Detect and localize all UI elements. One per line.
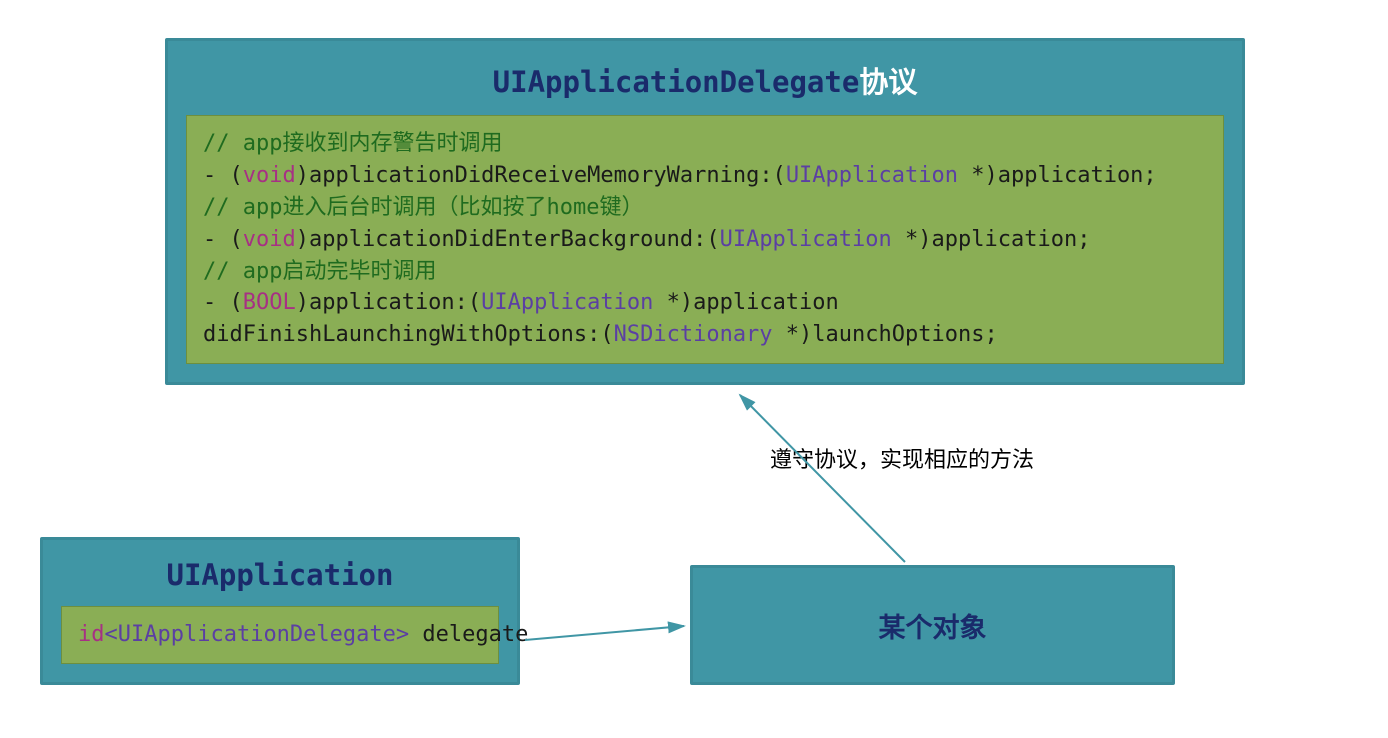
code-line-1-suffix: *)application; — [958, 163, 1157, 188]
code-line-1-prefix: - ( — [203, 163, 243, 188]
code-line-3-kw: BOOL — [243, 290, 296, 315]
code-line-2-prefix: - ( — [203, 227, 243, 252]
object-label: 某个对象 — [879, 606, 987, 645]
code-line-4-type: NSDictionary — [614, 322, 773, 347]
arrow-object-to-protocol — [740, 395, 905, 562]
code-line-2-mid: )applicationDidEnterBackground:( — [296, 227, 720, 252]
protocol-title-name: UIApplicationDelegate — [493, 65, 860, 99]
code-comment-2: // app进入后台时调用（比如按了home键） — [203, 195, 643, 220]
object-box: 某个对象 — [690, 565, 1175, 685]
protocol-title: UIApplicationDelegate协议 — [168, 41, 1242, 115]
code-line-3-type: UIApplication — [481, 290, 653, 315]
code-line-2-suffix: *)application; — [892, 227, 1091, 252]
code-line-3-mid: )application:( — [296, 290, 481, 315]
uiapplication-field: id<UIApplicationDelegate> delegate — [61, 606, 499, 664]
protocol-box: UIApplicationDelegate协议 // app接收到内存警告时调用… — [165, 38, 1245, 385]
code-line-2-type: UIApplication — [720, 227, 892, 252]
code-line-1-kw: void — [243, 163, 296, 188]
arrow-app-to-object — [525, 626, 684, 640]
code-line-3-prefix: - ( — [203, 290, 243, 315]
code-line-4-prefix: didFinishLaunchingWithOptions:( — [203, 322, 614, 347]
code-line-1-mid: )applicationDidReceiveMemoryWarning:( — [296, 163, 786, 188]
field-rest: delegate — [409, 622, 528, 647]
code-comment-1: // app接收到内存警告时调用 — [203, 131, 502, 156]
code-line-2-kw: void — [243, 227, 296, 252]
uiapplication-box: UIApplication id<UIApplicationDelegate> … — [40, 537, 520, 685]
edge-label: 遵守协议，实现相应的方法 — [770, 442, 1034, 474]
field-kw: id — [78, 622, 105, 647]
uiapplication-title: UIApplication — [43, 540, 517, 606]
code-comment-3: // app启动完毕时调用 — [203, 259, 436, 284]
protocol-title-suffix: 协议 — [859, 65, 917, 99]
code-line-1-type: UIApplication — [786, 163, 958, 188]
code-line-4-suffix: *)launchOptions; — [773, 322, 998, 347]
code-line-3-suffix: *)application — [653, 290, 838, 315]
field-type: <UIApplicationDelegate> — [105, 622, 410, 647]
protocol-code: // app接收到内存警告时调用 - (void)applicationDidR… — [186, 115, 1224, 364]
